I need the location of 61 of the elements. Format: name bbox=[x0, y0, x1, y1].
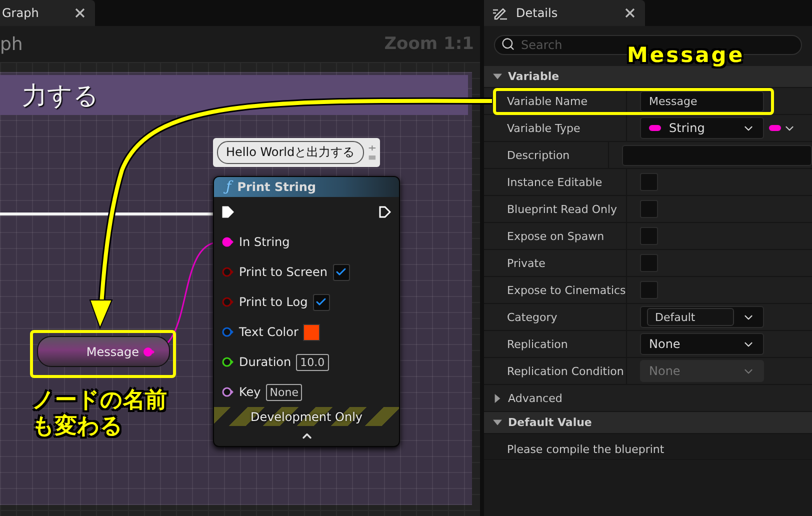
exec-output-pin-icon[interactable] bbox=[379, 206, 391, 218]
print-string-node[interactable]: ƒ Print String In String Print to Screen Print to Log Text Color Duration 10.0 Key None Development Only bbox=[213, 176, 400, 447]
property-label: Category bbox=[507, 310, 558, 324]
pin-label: Duration bbox=[239, 355, 292, 370]
graph-tab[interactable]: Graph bbox=[0, 0, 95, 26]
close-icon[interactable] bbox=[625, 8, 635, 18]
pencil-icon bbox=[492, 6, 508, 20]
checkbox[interactable] bbox=[640, 281, 658, 299]
color-swatch[interactable] bbox=[303, 324, 320, 341]
info-message: Please compile the blueprint bbox=[507, 443, 664, 456]
property-label: Expose on Spawn bbox=[507, 230, 604, 242]
type-dropdown[interactable]: String bbox=[640, 117, 764, 139]
expand-arrow-icon[interactable] bbox=[493, 394, 502, 402]
pin-icon[interactable] bbox=[222, 237, 234, 248]
pin-value-field[interactable]: None bbox=[266, 384, 302, 401]
category-dropdown[interactable]: Default bbox=[640, 306, 764, 328]
graph-canvas[interactable]: 力する Hello Worldと出力する ƒ Print String In String Print to Screen Print to Log Text Color Duration 10.0 Key None Development Only Message ノードの名前 も変わる bbox=[0, 62, 480, 516]
pin-icon[interactable] bbox=[222, 387, 234, 398]
pin-label: In String bbox=[239, 235, 290, 250]
property-label: Instance Editable bbox=[507, 176, 602, 188]
collapse-arrow-icon[interactable] bbox=[493, 418, 502, 427]
container-type-pill-icon[interactable] bbox=[769, 125, 781, 131]
property-label: Replication bbox=[507, 338, 568, 350]
details-tab[interactable]: Details bbox=[484, 0, 645, 26]
pin-checkbox[interactable] bbox=[312, 294, 330, 311]
checkbox[interactable] bbox=[640, 227, 658, 245]
pin-value-field[interactable]: 10.0 bbox=[296, 354, 329, 371]
checkbox[interactable] bbox=[640, 254, 658, 272]
section-header[interactable]: Default Value bbox=[484, 412, 812, 434]
checkbox[interactable] bbox=[640, 173, 658, 191]
graph-title: ph bbox=[0, 34, 23, 54]
pin-label: Key bbox=[239, 385, 261, 400]
text-field[interactable] bbox=[622, 144, 812, 166]
search-icon bbox=[501, 37, 515, 51]
property-label: Variable Name bbox=[507, 94, 588, 108]
function-icon: ƒ bbox=[226, 179, 232, 196]
property-label: Expose to Cinematics bbox=[507, 284, 626, 296]
property-label: Replication Condition bbox=[507, 364, 624, 378]
property-label: Variable Type bbox=[507, 122, 580, 134]
section-header[interactable]: Advanced bbox=[484, 385, 812, 412]
development-only-banner: Development Only bbox=[214, 407, 399, 426]
property-label: Private bbox=[507, 256, 546, 270]
node-title: Print String bbox=[237, 180, 316, 194]
pin-label: Text Color bbox=[239, 325, 298, 340]
variable-node[interactable]: Message bbox=[37, 336, 170, 367]
comment-title: 力する bbox=[22, 80, 99, 112]
pin-icon[interactable] bbox=[222, 357, 234, 368]
collapse-arrow-icon[interactable] bbox=[493, 72, 502, 81]
pin-label: Print to Screen bbox=[239, 265, 328, 280]
checkbox[interactable] bbox=[640, 200, 658, 218]
close-icon[interactable] bbox=[75, 8, 85, 18]
pin-checkbox[interactable] bbox=[332, 264, 350, 281]
annotation-text: ノードの名前 も変わる bbox=[32, 388, 167, 440]
dropdown[interactable]: None bbox=[640, 333, 764, 355]
property-label: Blueprint Read Only bbox=[507, 202, 618, 216]
node-comment: Hello Worldと出力する bbox=[217, 141, 364, 164]
section-header[interactable]: Variable bbox=[484, 66, 812, 88]
pin-label: Print to Log bbox=[239, 295, 308, 310]
text-field[interactable]: Message bbox=[640, 90, 764, 112]
property-label: Description bbox=[507, 148, 570, 162]
exec-input-pin-icon[interactable] bbox=[222, 206, 234, 218]
